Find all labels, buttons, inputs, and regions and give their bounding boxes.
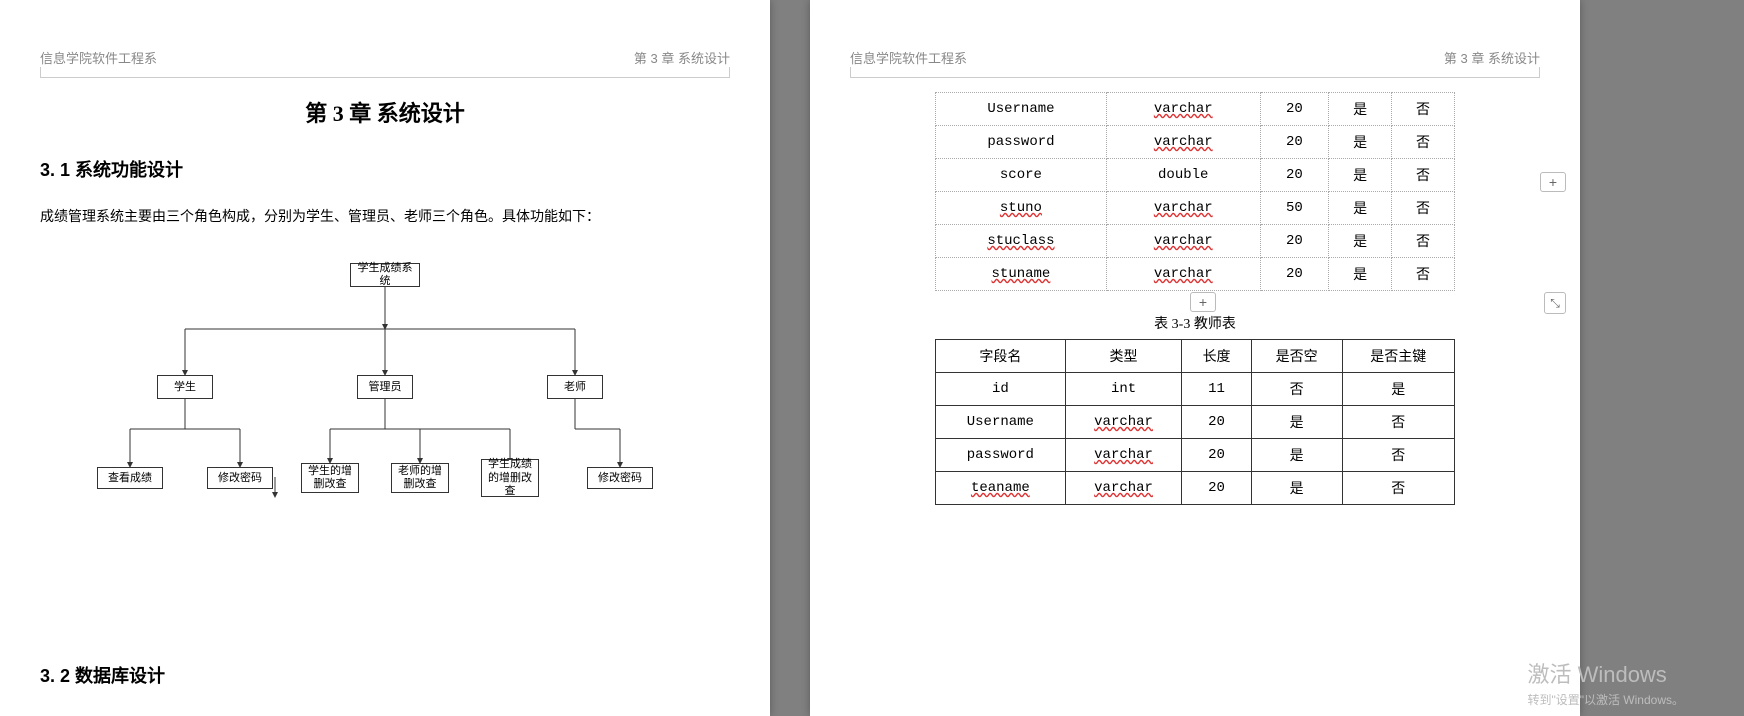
chapter-title: 第 3 章 系统设计 xyxy=(40,96,730,128)
diagram-leaf-change-pwd-1: 修改密码 xyxy=(207,467,273,489)
table-cell: 否 xyxy=(1392,192,1455,225)
table-cell: 否 xyxy=(1392,159,1455,192)
table-cell: teaname xyxy=(936,472,1066,505)
diagram-node-admin: 管理员 xyxy=(357,375,413,399)
table-cell: 是 xyxy=(1329,225,1392,258)
header-right: 第 3 章 系统设计 xyxy=(634,48,730,67)
table-cell: 是 xyxy=(1251,439,1342,472)
diagram-leaf-stu-crud: 学生的增删改查 xyxy=(301,463,359,493)
db-table-student-cont: Usernamevarchar20是否passwordvarchar20是否sc… xyxy=(935,92,1455,291)
plus-icon: + xyxy=(1199,294,1207,310)
table-cell: 50 xyxy=(1260,192,1329,225)
table-cell: 20 xyxy=(1260,159,1329,192)
diagram-leaf-change-pwd-2: 修改密码 xyxy=(587,467,653,489)
table-cell: 否 xyxy=(1392,126,1455,159)
expand-icon: ⤡ xyxy=(1550,296,1560,311)
table-cell: 20 xyxy=(1260,258,1329,291)
table-expand-button[interactable]: ⤡ xyxy=(1544,292,1566,314)
table-cell: 11 xyxy=(1182,373,1251,406)
section-3-2-title: 3. 2 数据库设计 xyxy=(40,662,165,688)
table-cell: Username xyxy=(936,406,1066,439)
table-cell: stuname xyxy=(936,258,1107,291)
table-cell: double xyxy=(1106,159,1260,192)
table-cell: score xyxy=(936,159,1107,192)
table-row: teanamevarchar20是否 xyxy=(936,472,1455,505)
page-right: 信息学院软件工程系 第 3 章 系统设计 Usernamevarchar20是否… xyxy=(810,0,1580,716)
table-3-3-caption: 表 3-3 教师表 xyxy=(850,313,1540,333)
plus-icon: + xyxy=(1549,174,1557,190)
table-row: idint11否是 xyxy=(936,373,1455,406)
table-header-cell: 类型 xyxy=(1065,340,1182,373)
table-cell: password xyxy=(936,439,1066,472)
table-cell: 否 xyxy=(1342,406,1454,439)
table-cell: 否 xyxy=(1251,373,1342,406)
table-cell: 否 xyxy=(1392,225,1455,258)
diagram-leaf-view-score: 查看成绩 xyxy=(97,467,163,489)
table-row: stuclassvarchar20是否 xyxy=(936,225,1455,258)
table-header-cell: 是否主键 xyxy=(1342,340,1454,373)
table-cell: Username xyxy=(936,93,1107,126)
table-cell: 是 xyxy=(1329,159,1392,192)
table-cell: stuclass xyxy=(936,225,1107,258)
add-col-button[interactable]: + xyxy=(1540,172,1566,192)
table-cell: 是 xyxy=(1329,93,1392,126)
page-left: 信息学院软件工程系 第 3 章 系统设计 第 3 章 系统设计 3. 1 系统功… xyxy=(0,0,770,716)
table-row: scoredouble20是否 xyxy=(936,159,1455,192)
table-header-cell: 是否空 xyxy=(1251,340,1342,373)
table-cell: 否 xyxy=(1342,472,1454,505)
add-row-button[interactable]: + xyxy=(1190,292,1216,312)
table-cell: 20 xyxy=(1260,126,1329,159)
system-diagram: 学生成绩系统 学生 管理员 老师 查看成绩 修改密码 学生的增删改查 老师的增删… xyxy=(75,259,695,539)
table-cell: 是 xyxy=(1342,373,1454,406)
table-cell: 是 xyxy=(1329,192,1392,225)
table-header-cell: 长度 xyxy=(1182,340,1251,373)
diagram-leaf-score-crud: 学生成绩的增删改查 xyxy=(481,459,539,497)
table-row: passwordvarchar20是否 xyxy=(936,439,1455,472)
table-cell: 20 xyxy=(1182,406,1251,439)
table-cell: 20 xyxy=(1260,225,1329,258)
table-cell: 否 xyxy=(1392,93,1455,126)
table-cell: varchar xyxy=(1106,258,1260,291)
table-row: Usernamevarchar20是否 xyxy=(936,93,1455,126)
table-cell: stuno xyxy=(936,192,1107,225)
table-cell: 是 xyxy=(1329,258,1392,291)
table-row: stunamevarchar20是否 xyxy=(936,258,1455,291)
table-cell: varchar xyxy=(1106,126,1260,159)
table-row: stunovarchar50是否 xyxy=(936,192,1455,225)
table-cell: varchar xyxy=(1106,225,1260,258)
diagram-node-student: 学生 xyxy=(157,375,213,399)
page-header-right: 信息学院软件工程系 第 3 章 系统设计 xyxy=(850,40,1540,73)
table-row: passwordvarchar20是否 xyxy=(936,126,1455,159)
table-cell: 20 xyxy=(1260,93,1329,126)
table-cell: 否 xyxy=(1342,439,1454,472)
table-cell: password xyxy=(936,126,1107,159)
table-cell: int xyxy=(1065,373,1182,406)
table-cell: varchar xyxy=(1065,406,1182,439)
diagram-root: 学生成绩系统 xyxy=(350,263,420,287)
diagram-leaf-tea-crud: 老师的增删改查 xyxy=(391,463,449,493)
table-cell: 20 xyxy=(1182,472,1251,505)
table-cell: 是 xyxy=(1251,406,1342,439)
table-cell: 是 xyxy=(1251,472,1342,505)
section-3-1-title: 3. 1 系统功能设计 xyxy=(40,156,730,182)
header-left: 信息学院软件工程系 xyxy=(850,48,967,67)
table-cell: varchar xyxy=(1106,192,1260,225)
header-right: 第 3 章 系统设计 xyxy=(1444,48,1540,67)
header-left: 信息学院软件工程系 xyxy=(40,48,157,67)
intro-paragraph: 成绩管理系统主要由三个角色构成，分别为学生、管理员、老师三个角色。具体功能如下： xyxy=(40,204,730,229)
table-cell: 是 xyxy=(1329,126,1392,159)
table-cell: varchar xyxy=(1106,93,1260,126)
table-cell: varchar xyxy=(1065,439,1182,472)
page-header: 信息学院软件工程系 第 3 章 系统设计 xyxy=(40,40,730,73)
table-cell: 否 xyxy=(1392,258,1455,291)
table-cell: id xyxy=(936,373,1066,406)
table-header-row: 字段名类型长度是否空是否主键 xyxy=(936,340,1455,373)
table-cell: 20 xyxy=(1182,439,1251,472)
diagram-node-teacher: 老师 xyxy=(547,375,603,399)
table-header-cell: 字段名 xyxy=(936,340,1066,373)
db-table-teacher: 字段名类型长度是否空是否主键idint11否是Usernamevarchar20… xyxy=(935,339,1455,505)
table-cell: varchar xyxy=(1065,472,1182,505)
table-row: Usernamevarchar20是否 xyxy=(936,406,1455,439)
